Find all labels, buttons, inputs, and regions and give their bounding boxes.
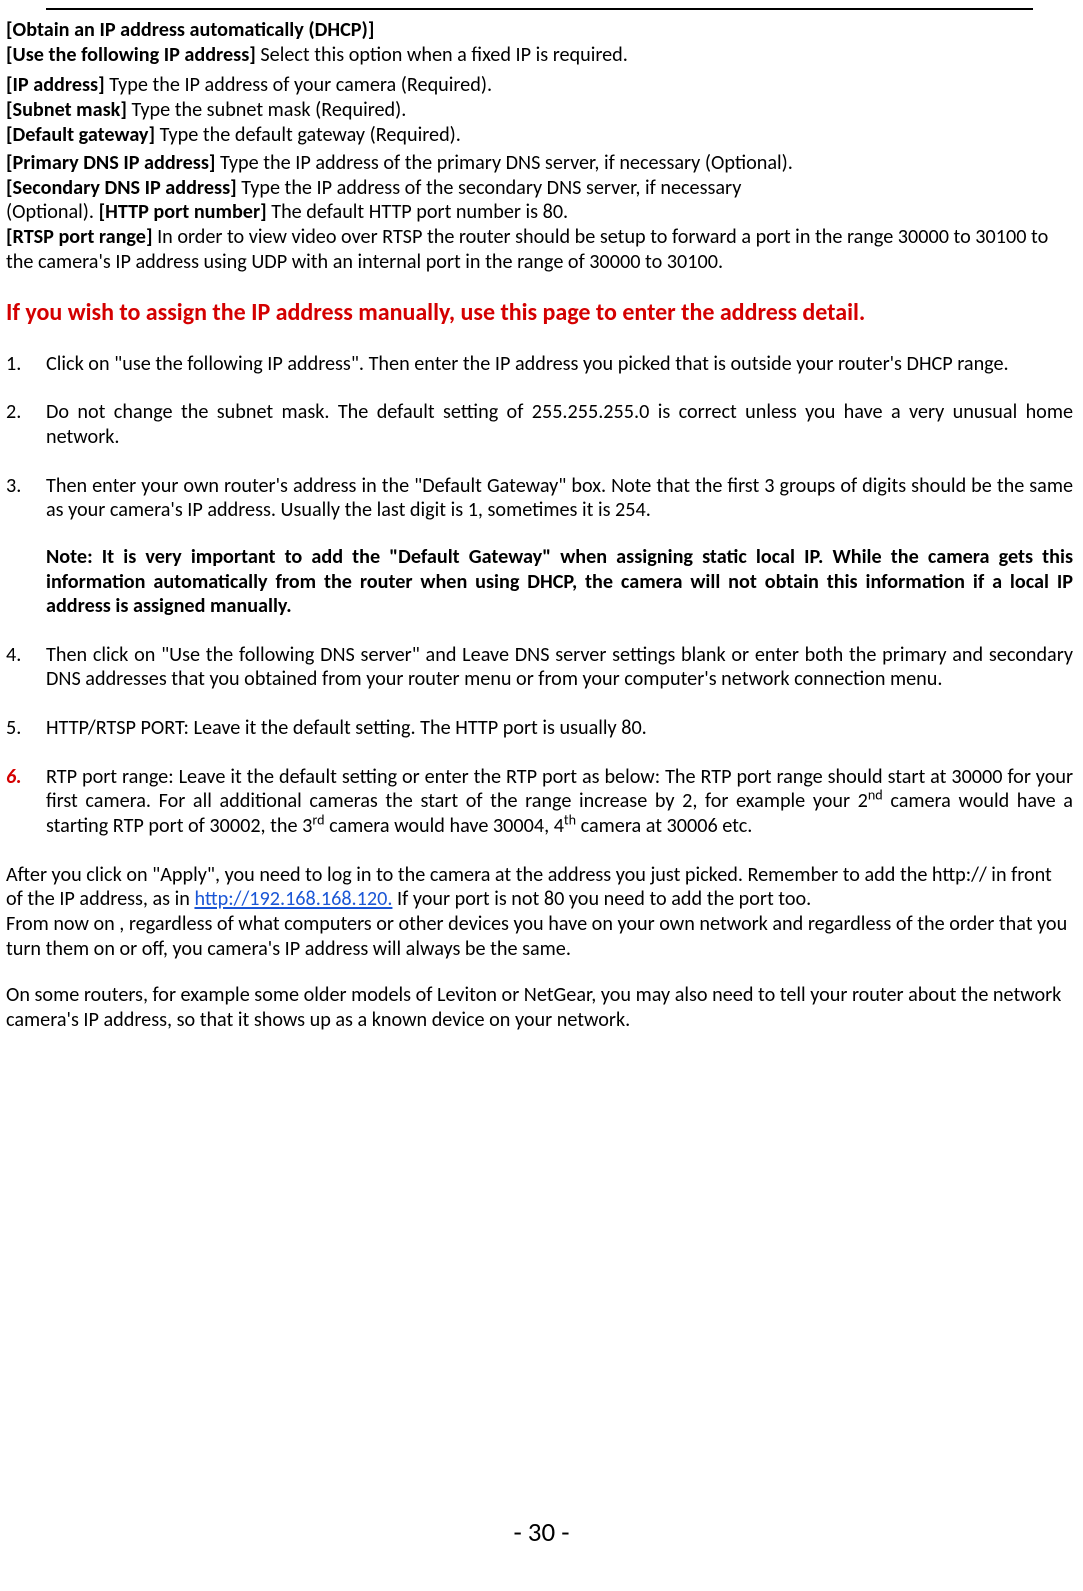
def-pdns-label: [Primary DNS IP address] [6, 151, 220, 175]
example-url-link[interactable]: http://192.168.168.120. [194, 887, 392, 911]
def-gateway-label: [Default gateway] [6, 123, 160, 147]
def-useip-desc: Select this option when a fixed IP is re… [260, 43, 628, 67]
def-sdns-line2: (Optional). [HTTP port number] The defau… [6, 200, 1073, 225]
step-1: Click on "use the following IP address".… [6, 352, 1073, 377]
after-p1-b: If your port is not 80 you need to add t… [392, 887, 811, 911]
red-heading: If you wish to assign the IP address man… [6, 298, 1073, 327]
def-useip-label: [Use the following IP address] [6, 43, 260, 67]
def-pdns-desc: Type the IP address of the primary DNS s… [220, 151, 793, 175]
def-sdns-opt: (Optional). [6, 200, 99, 224]
step-4-text: Then click on "Use the following DNS ser… [46, 643, 1073, 692]
def-subnet-desc: Type the subnet mask (Required). [131, 98, 406, 122]
def-useip: [Use the following IP address] Select th… [6, 43, 1073, 68]
top-rule [46, 8, 1033, 10]
def-pdns: [Primary DNS IP address] Type the IP add… [6, 151, 1073, 176]
step-5-text: HTTP/RTSP PORT: Leave it the default set… [46, 716, 647, 740]
def-ip-desc: Type the IP address of your camera (Requ… [109, 73, 492, 97]
def-subnet-label: [Subnet mask] [6, 98, 131, 122]
def-gateway: [Default gateway] Type the default gatew… [6, 123, 1073, 148]
step-6-nd: nd [868, 787, 883, 804]
page-number: - 30 - [0, 1516, 1083, 1549]
step-5: HTTP/RTSP PORT: Leave it the default set… [6, 716, 1073, 741]
page-container: [Obtain an IP address automatically (DHC… [0, 0, 1083, 1591]
def-rtsp-desc: In order to view video over RTSP the rou… [6, 225, 1048, 274]
def-gateway-desc: Type the default gateway (Required). [160, 123, 461, 147]
step-1-text: Click on "use the following IP address".… [46, 352, 1009, 376]
step-6: RTP port range: Leave it the default set… [6, 765, 1073, 839]
step-4: Then click on "Use the following DNS ser… [6, 643, 1073, 692]
def-sdns-desc1: Type the IP address of the secondary DNS… [241, 176, 741, 200]
def-dhcp: [Obtain an IP address automatically (DHC… [6, 18, 1073, 43]
step-2-text: Do not change the subnet mask. The defau… [46, 400, 1073, 449]
def-sdns: [Secondary DNS IP address] Type the IP a… [6, 176, 1073, 201]
step-6-c: camera would have 30004, 4 [325, 814, 564, 838]
step-6-rd: rd [312, 811, 324, 828]
def-ip-label: [IP address] [6, 73, 109, 97]
def-rtsp: [RTSP port range] In order to view video… [6, 225, 1073, 274]
def-http-label: [HTTP port number] [99, 200, 272, 224]
step-3-note: Note: It is very important to add the "D… [46, 545, 1073, 619]
def-sdns-label: [Secondary DNS IP address] [6, 176, 241, 200]
def-subnet: [Subnet mask] Type the subnet mask (Requ… [6, 98, 1073, 123]
def-ip: [IP address] Type the IP address of your… [6, 73, 1073, 98]
body-text: [Obtain an IP address automatically (DHC… [6, 18, 1073, 1032]
after-p1: After you click on "Apply", you need to … [6, 863, 1073, 912]
step-6-d: camera at 30006 etc. [576, 814, 752, 838]
step-2: Do not change the subnet mask. The defau… [6, 400, 1073, 449]
steps-list: Click on "use the following IP address".… [6, 352, 1073, 839]
def-dhcp-label: [Obtain an IP address automatically (DHC… [6, 18, 374, 42]
after-p3: On some routers, for example some older … [6, 983, 1073, 1032]
def-http-desc: The default HTTP port number is 80. [271, 200, 568, 224]
after-p2: From now on , regardless of what compute… [6, 912, 1073, 961]
step-6-th: th [564, 811, 576, 828]
def-rtsp-label: [RTSP port range] [6, 225, 157, 249]
step-3: Then enter your own router's address in … [6, 474, 1073, 619]
step-3-text: Then enter your own router's address in … [46, 474, 1073, 523]
